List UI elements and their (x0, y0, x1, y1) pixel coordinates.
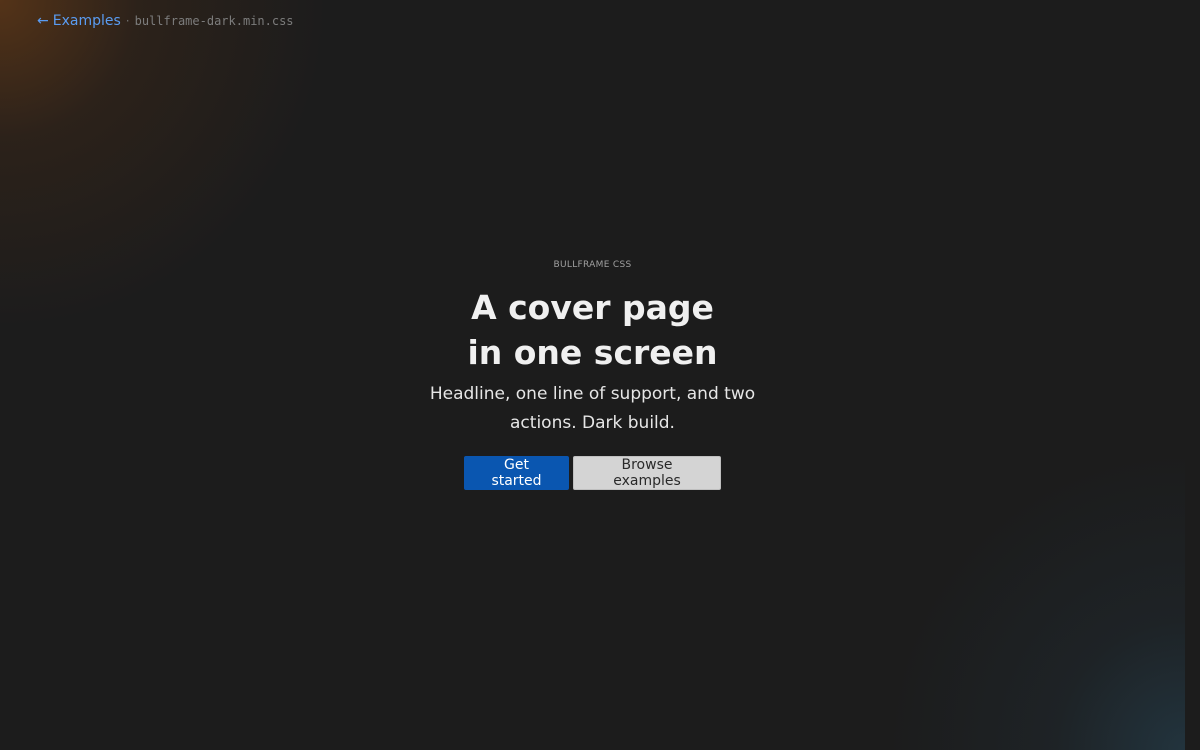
breadcrumb-separator: · (125, 14, 130, 28)
scrollbar-gutter (1185, 0, 1200, 750)
browse-examples-button[interactable]: Browse examples (573, 456, 721, 490)
back-link-label: Examples (52, 13, 121, 29)
eyebrow-label: BULLFRAME CSS (553, 260, 632, 270)
title-line-1: A cover page (471, 288, 714, 327)
title-line-2: in one screen (467, 333, 718, 372)
stylesheet-file-name: bullframe-dark.min.css (134, 14, 294, 28)
back-arrow-icon: ← (37, 13, 49, 29)
back-to-examples-link[interactable]: ← Examples (37, 13, 121, 29)
hero-actions: Get started Browse examples (0, 456, 1185, 490)
get-started-button[interactable]: Get started (464, 456, 569, 490)
page-title: A cover page in one screen (0, 285, 1185, 375)
top-breadcrumb: ← Examples · bullframe-dark.min.css (37, 11, 294, 31)
lead-text: Headline, one line of support, and two a… (429, 384, 756, 433)
hero-section: BULLFRAME CSS A cover page in one screen… (0, 259, 1185, 490)
